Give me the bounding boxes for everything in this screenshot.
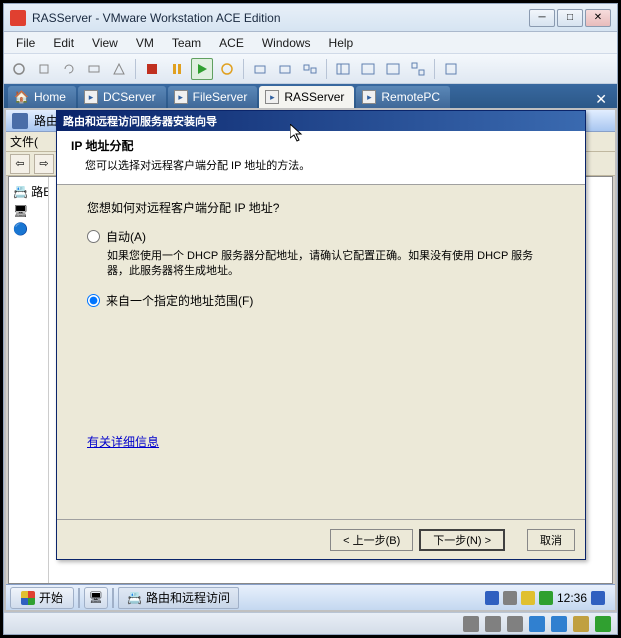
wizard-header: IP 地址分配 您可以选择对远程客户端分配 IP 地址的方法。 bbox=[57, 131, 585, 185]
vm-viewport: 路由 文件( ⇦ ⇨ 📇 路E 🖥 🔵 路由和远程访问服务器安装向导 IP 地址… bbox=[4, 108, 617, 612]
app-icon bbox=[10, 10, 26, 26]
tab-remotepc[interactable]: ▸RemotePC bbox=[356, 86, 450, 108]
tab-home[interactable]: 🏠Home bbox=[8, 86, 76, 108]
vm-icon: ▸ bbox=[362, 90, 376, 104]
tab-bar: 🏠Home ▸DCServer ▸FileServer ▸RASServer ▸… bbox=[4, 84, 617, 108]
tree-root[interactable]: 📇 路E bbox=[11, 181, 46, 202]
vm-icon: ▸ bbox=[174, 90, 188, 104]
system-tray: 12:36 bbox=[479, 591, 611, 605]
maximize-button[interactable]: □ bbox=[557, 9, 583, 27]
quicklaunch-desktop-icon[interactable]: 🖥 bbox=[84, 587, 108, 609]
inner-menu-file[interactable]: 文件( bbox=[10, 133, 38, 150]
menu-team[interactable]: Team bbox=[164, 34, 209, 52]
tree-node-icon[interactable]: 🔵 bbox=[11, 220, 46, 238]
tab-fileserver[interactable]: ▸FileServer bbox=[168, 86, 258, 108]
next-button[interactable]: 下一步(N) > bbox=[419, 529, 505, 551]
wizard-dialog: 路由和远程访问服务器安装向导 IP 地址分配 您可以选择对远程客户端分配 IP … bbox=[56, 110, 586, 560]
radio-auto-input[interactable] bbox=[87, 230, 100, 243]
menu-edit[interactable]: Edit bbox=[45, 34, 82, 52]
radio-range[interactable]: 来自一个指定的地址范围(F) bbox=[87, 292, 555, 309]
status-sound-icon[interactable] bbox=[573, 616, 589, 632]
sidebar-icon[interactable] bbox=[332, 58, 354, 80]
radio-range-label: 来自一个指定的地址范围(F) bbox=[106, 292, 253, 309]
forward-icon[interactable]: ⇨ bbox=[34, 154, 54, 174]
menubar: File Edit View VM Team ACE Windows Help bbox=[4, 32, 617, 54]
more-info-link[interactable]: 有关详细信息 bbox=[87, 433, 159, 450]
guest-taskbar: 开始 🖥 📇 路由和远程访问 12:36 bbox=[6, 584, 615, 610]
back-icon[interactable]: ⇦ bbox=[10, 154, 30, 174]
radio-auto-label: 自动(A) bbox=[106, 228, 146, 245]
wizard-question: 您想如何对远程客户端分配 IP 地址? bbox=[87, 199, 555, 216]
menu-view[interactable]: View bbox=[84, 34, 126, 52]
menu-windows[interactable]: Windows bbox=[254, 34, 319, 52]
status-hdd-icon[interactable] bbox=[463, 616, 479, 632]
status-net2-icon[interactable] bbox=[551, 616, 567, 632]
restart-icon[interactable] bbox=[216, 58, 238, 80]
titlebar: RASServer - VMware Workstation ACE Editi… bbox=[4, 4, 617, 32]
summary-icon[interactable] bbox=[440, 58, 462, 80]
wizard-title: 路由和远程访问服务器安装向导 bbox=[57, 111, 585, 131]
manage-icon[interactable] bbox=[299, 58, 321, 80]
power-off-icon[interactable] bbox=[8, 58, 30, 80]
tray-vmtools-icon[interactable] bbox=[539, 591, 553, 605]
tray-shield-icon[interactable] bbox=[485, 591, 499, 605]
wizard-heading: IP 地址分配 bbox=[71, 137, 571, 154]
close-button[interactable]: ✕ bbox=[585, 9, 611, 27]
play-icon[interactable] bbox=[191, 58, 213, 80]
close-tab-button[interactable]: ✕ bbox=[589, 91, 613, 108]
radio-auto[interactable]: 自动(A) bbox=[87, 228, 555, 245]
taskbar-item-rras[interactable]: 📇 路由和远程访问 bbox=[118, 587, 239, 609]
status-cd-icon[interactable] bbox=[485, 616, 501, 632]
inner-title: 路由 bbox=[34, 112, 58, 129]
revert-icon[interactable] bbox=[274, 58, 296, 80]
tab-rasserver[interactable]: ▸RASServer bbox=[259, 86, 354, 108]
start-button[interactable]: 开始 bbox=[10, 587, 74, 609]
tray-desktop-icon[interactable] bbox=[591, 591, 605, 605]
toolbar bbox=[4, 54, 617, 84]
statusbar bbox=[4, 612, 617, 634]
back-button[interactable]: < 上一步(B) bbox=[330, 529, 413, 551]
wizard-body: 您想如何对远程客户端分配 IP 地址? 自动(A) 如果您使用一个 DHCP 服… bbox=[57, 185, 585, 519]
vm-icon: ▸ bbox=[265, 90, 279, 104]
menu-ace[interactable]: ACE bbox=[211, 34, 252, 52]
tree-panel[interactable]: 📇 路E 🖥 🔵 bbox=[9, 177, 49, 583]
mmc-icon bbox=[12, 113, 28, 129]
unity-icon[interactable] bbox=[407, 58, 429, 80]
clock[interactable]: 12:36 bbox=[557, 591, 587, 605]
settings-icon[interactable] bbox=[83, 58, 105, 80]
status-input-icon[interactable] bbox=[595, 616, 611, 632]
wizard-buttons: < 上一步(B) 下一步(N) > 取消 bbox=[57, 519, 585, 559]
tray-network-icon[interactable] bbox=[503, 591, 517, 605]
ace-icon[interactable] bbox=[108, 58, 130, 80]
tray-volume-icon[interactable] bbox=[521, 591, 535, 605]
console-icon[interactable] bbox=[357, 58, 379, 80]
mmc-icon: 📇 bbox=[127, 591, 142, 605]
reset-icon[interactable] bbox=[58, 58, 80, 80]
cancel-button[interactable]: 取消 bbox=[527, 529, 575, 551]
minimize-button[interactable]: ─ bbox=[529, 9, 555, 27]
radio-range-input[interactable] bbox=[87, 294, 100, 307]
home-icon: 🏠 bbox=[14, 90, 29, 104]
vm-icon: ▸ bbox=[84, 90, 98, 104]
menu-file[interactable]: File bbox=[8, 34, 43, 52]
suspend-icon[interactable] bbox=[33, 58, 55, 80]
wizard-subheading: 您可以选择对远程客户端分配 IP 地址的方法。 bbox=[71, 157, 571, 173]
fullscreen-icon[interactable] bbox=[382, 58, 404, 80]
menu-help[interactable]: Help bbox=[321, 34, 362, 52]
window-title: RASServer - VMware Workstation ACE Editi… bbox=[32, 11, 529, 25]
menu-vm[interactable]: VM bbox=[128, 34, 162, 52]
status-floppy-icon[interactable] bbox=[507, 616, 523, 632]
tree-server-icon[interactable]: 🖥 bbox=[11, 202, 46, 220]
tab-dcserver[interactable]: ▸DCServer bbox=[78, 86, 166, 108]
pause-icon[interactable] bbox=[166, 58, 188, 80]
radio-auto-desc: 如果您使用一个 DHCP 服务器分配地址，请确认它配置正确。如果没有使用 DHC… bbox=[107, 249, 555, 280]
status-net-icon[interactable] bbox=[529, 616, 545, 632]
snapshot-icon[interactable] bbox=[249, 58, 271, 80]
start-icon bbox=[21, 591, 35, 605]
stop-icon[interactable] bbox=[141, 58, 163, 80]
